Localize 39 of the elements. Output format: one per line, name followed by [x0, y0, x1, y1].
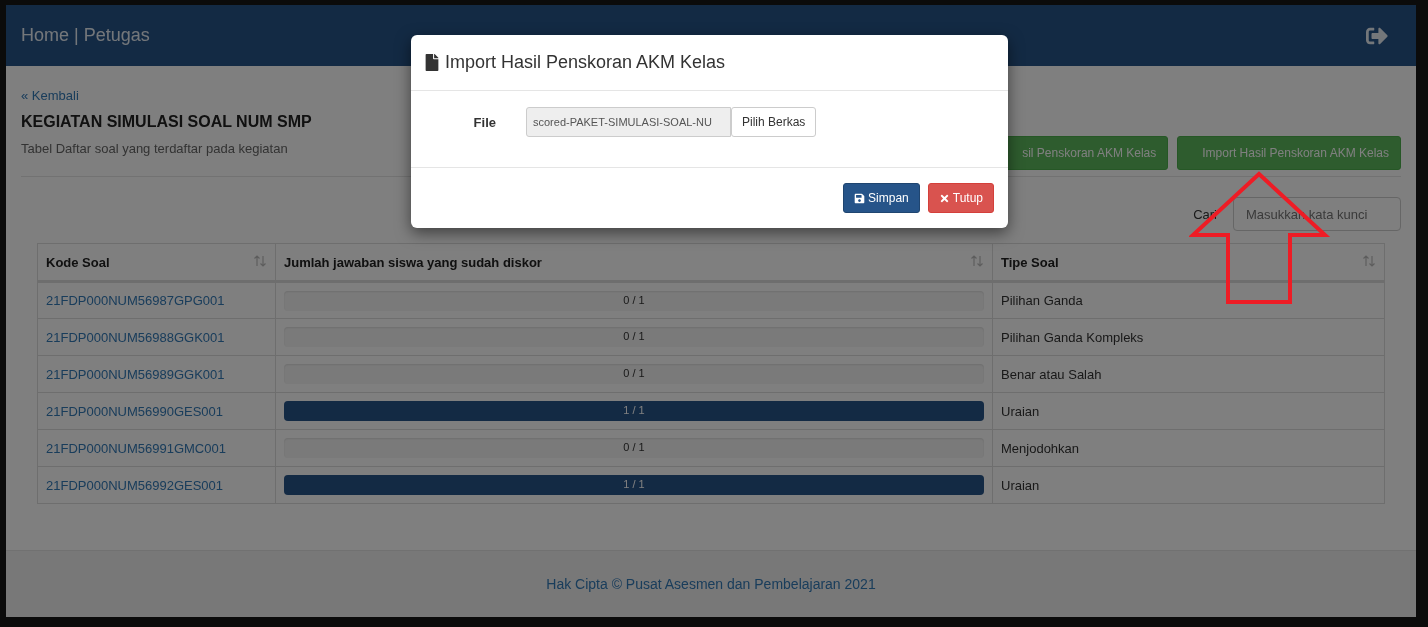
page-title: KEGIATAN SIMULASI SOAL NUM SMP	[21, 113, 312, 131]
sort-icon	[253, 254, 267, 268]
close-icon	[938, 192, 950, 204]
code-link[interactable]: 21FDP000NUM56988GGK001	[46, 329, 225, 345]
column-header[interactable]: Tipe Soal	[992, 243, 1385, 282]
sort-icon	[970, 254, 984, 268]
copyright-text: Hak Cipta © Pusat Asesmen dan Pembelajaran 2021	[546, 576, 876, 592]
browse-button[interactable]: Pilih Berkas	[731, 107, 817, 137]
table-cell: Benar atau Salah	[992, 355, 1385, 393]
save-icon	[854, 192, 866, 204]
action-button[interactable]: Import Hasil Penskoran AKM Kelas	[1177, 136, 1401, 170]
code-link[interactable]: 21FDP000NUM56991GMC001	[46, 440, 226, 456]
progress-text: 0 / 1	[623, 293, 645, 306]
progress-text: 0 / 1	[623, 367, 645, 379]
progress-text: 1 / 1	[623, 404, 645, 416]
code-link[interactable]: 21FDP000NUM56989GGK001	[46, 366, 225, 382]
file-field[interactable]: scored-PAKET-SIMULASI-SOAL-NU	[526, 107, 731, 137]
code-link[interactable]: 21FDP000NUM56992GES001	[46, 477, 224, 493]
progress-text: 0 / 1	[623, 330, 645, 342]
table-cell: Menjodohkan	[992, 429, 1385, 467]
code-link[interactable]: 21FDP000NUM56987GPG001	[46, 293, 225, 308]
progress-text: 0 / 1	[623, 441, 645, 453]
save-button[interactable]: Simpan	[843, 183, 920, 213]
back-link[interactable]: « Kembali	[21, 88, 312, 103]
table-cell: Pilihan Ganda Kompleks	[992, 318, 1385, 356]
dialog-title: Import Hasil Penskoran AKM Kelas	[445, 52, 726, 73]
brand-title: Home | Petugas	[21, 25, 150, 46]
page-subtitle: Tabel Daftar soal yang terdaftar pada kegiatan	[21, 141, 289, 156]
progress-text: 1 / 1	[623, 478, 645, 490]
column-header[interactable]: Kode Soal	[37, 243, 276, 282]
code-link[interactable]: 21FDP000NUM56990GES001	[46, 403, 224, 419]
column-header[interactable]: Jumlah jawaban siswa yang sudah diskor	[275, 243, 993, 282]
sort-icon	[1362, 254, 1376, 268]
table-cell: Uraian	[992, 466, 1385, 504]
close-button[interactable]: Tutup	[927, 183, 994, 213]
table-cell: Uraian	[992, 392, 1385, 430]
table-cell: Pilihan Ganda	[992, 281, 1385, 319]
field-label: File	[472, 114, 496, 130]
file-icon	[425, 54, 439, 71]
